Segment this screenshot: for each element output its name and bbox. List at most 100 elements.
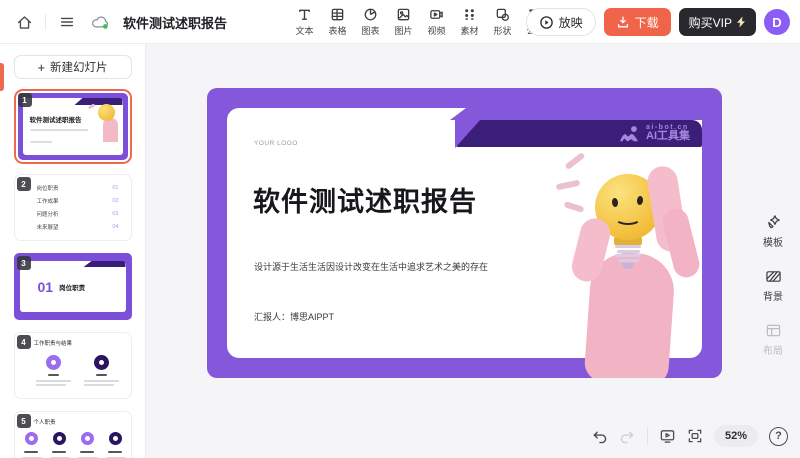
- slide-thumbnail-1[interactable]: 1 软件测试述职报告: [14, 89, 132, 164]
- new-slide-button[interactable]: + 新建幻灯片: [14, 55, 132, 79]
- thumb2-toc: 岗位职责 01 工作成果 02 问题分析 03 未来展望 04: [37, 184, 119, 231]
- slide-thumbnail-3[interactable]: 3 01 岗位职责: [14, 253, 132, 320]
- thumb3-section: 01 岗位职责: [38, 253, 86, 320]
- slide-panel: + 新建幻灯片 1 软件测试述职报告 2 岗位职责: [0, 44, 146, 458]
- tool-label: 图表: [361, 24, 379, 37]
- sparkle-dash: [564, 152, 585, 170]
- thumb5-label-bar: [52, 451, 66, 453]
- toc-number: 02: [112, 198, 118, 204]
- redo-button[interactable]: [619, 429, 636, 444]
- thumb1-presenter-bar: [30, 141, 52, 143]
- thumb2-preview: 岗位职责 01 工作成果 02 问题分析 03 未来展望 04: [14, 174, 132, 241]
- thumb5-label-bar: [108, 451, 122, 453]
- slide-number: 5: [17, 414, 31, 428]
- slide-presenter-textbox[interactable]: 汇报人：博思AIPPT: [254, 310, 334, 323]
- thumb5-donut-1: [25, 432, 38, 445]
- present-label: 放映: [559, 14, 583, 31]
- thumb5-donut-2: [53, 432, 66, 445]
- thumb5-label-bar: [24, 451, 38, 453]
- bulb-hand-illustration[interactable]: [492, 88, 722, 378]
- background-icon: [765, 269, 782, 284]
- toc-number: 03: [112, 211, 118, 217]
- tool-assets[interactable]: 素材: [453, 0, 486, 44]
- statusbar-divider: [647, 428, 648, 444]
- tool-video[interactable]: 视频: [420, 0, 453, 44]
- zoom-level[interactable]: 52%: [714, 425, 758, 447]
- slide-thumbnail-2[interactable]: 2 岗位职责 01 工作成果 02 问题分析 03: [14, 174, 132, 241]
- play-icon: [539, 15, 554, 30]
- undo-icon: [591, 429, 608, 444]
- presenter-view-button[interactable]: [659, 428, 676, 444]
- pie-chart-icon: [363, 7, 378, 22]
- sparkle-dash: [564, 201, 585, 213]
- vip-label: 购买VIP: [689, 14, 732, 31]
- tool-label: 视频: [427, 24, 445, 37]
- user-avatar[interactable]: D: [764, 9, 790, 35]
- toc-label: 未来展望: [37, 223, 59, 231]
- plus-icon: +: [37, 60, 45, 75]
- status-bar: 52% ?: [591, 422, 788, 450]
- present-button[interactable]: 放映: [526, 8, 596, 36]
- slide-editor[interactable]: ai-bot.cn AI工具集 YOUR LOGO 软件测试述职报告 设计源于生…: [207, 88, 722, 378]
- thumb4-preview: 工作职责与结果: [14, 332, 132, 399]
- toc-label: 问题分析: [37, 210, 59, 218]
- slide-title-textbox[interactable]: 软件测试述职报告: [253, 180, 477, 219]
- toc-row: 未来展望 04: [37, 223, 119, 231]
- thumb5-title: 个人职责: [34, 418, 56, 426]
- presenter-view-icon: [659, 428, 676, 444]
- document-title[interactable]: 软件测试述职报告: [123, 13, 227, 32]
- home-icon: [16, 14, 33, 31]
- toc-row: 岗位职责 01: [37, 184, 119, 192]
- undo-button[interactable]: [591, 429, 608, 444]
- tool-chart[interactable]: 图表: [354, 0, 387, 44]
- new-slide-label: 新建幻灯片: [50, 59, 108, 75]
- thumb4-text-bar: [36, 380, 71, 382]
- toc-label: 工作成果: [37, 197, 59, 205]
- panel-drag-handle[interactable]: [0, 63, 4, 91]
- section-number: 01: [38, 279, 54, 295]
- thumb1-preview: 软件测试述职报告: [18, 93, 128, 160]
- slide-subtitle-textbox[interactable]: 设计源于生活生活因设计改变在生活中追求艺术之美的存在: [254, 260, 488, 273]
- right-rail: 模板 背景 布局: [746, 88, 800, 458]
- tool-image[interactable]: 图片: [387, 0, 420, 44]
- thumb4-donut-2: [94, 355, 109, 370]
- home-button[interactable]: [12, 10, 36, 34]
- rail-label: 模板: [763, 234, 783, 249]
- band-slant: [455, 119, 481, 148]
- thumb1-hand: [103, 118, 118, 142]
- rail-item-background[interactable]: 背景: [763, 269, 783, 303]
- slide-thumbnail-4[interactable]: 4 工作职责与结果: [14, 332, 132, 399]
- toc-number: 04: [112, 224, 118, 230]
- toc-label: 岗位职责: [37, 184, 59, 192]
- rail-label: 布局: [763, 342, 783, 357]
- thumb1-bulb: [98, 104, 115, 121]
- rail-item-template[interactable]: 模板: [763, 213, 783, 249]
- slide-thumbnail-5[interactable]: 5 个人职责: [14, 411, 132, 458]
- bulb-smile: [615, 212, 641, 225]
- thumb4-text-bar: [84, 380, 119, 382]
- top-toolbar: 软件测试述职报告 文本 表格 图表 图片 视频: [0, 0, 800, 44]
- rail-item-layout[interactable]: 布局: [763, 323, 783, 357]
- vip-bolt-icon: [736, 16, 746, 28]
- menu-button[interactable]: [55, 10, 79, 34]
- tool-label: 形状: [493, 24, 511, 37]
- download-label: 下载: [635, 14, 659, 31]
- thumb4-donut-1: [46, 355, 61, 370]
- logo-placeholder[interactable]: YOUR LOGO: [254, 140, 298, 147]
- tool-table[interactable]: 表格: [321, 0, 354, 44]
- editor-canvas[interactable]: ai-bot.cn AI工具集 YOUR LOGO 软件测试述职报告 设计源于生…: [146, 44, 800, 458]
- bulb-eye: [612, 198, 619, 208]
- thumb5-donut-3: [81, 432, 94, 445]
- fit-screen-button[interactable]: [687, 428, 703, 444]
- help-button[interactable]: ?: [769, 427, 788, 446]
- thumb5-preview: 个人职责: [14, 411, 132, 458]
- thumb4-text-bar: [84, 384, 114, 386]
- buy-vip-button[interactable]: 购买VIP: [679, 8, 756, 36]
- download-button[interactable]: 下载: [604, 8, 671, 36]
- topbar-left: 软件测试述职报告: [12, 0, 227, 44]
- topbar-divider: [45, 14, 46, 30]
- rail-label: 背景: [763, 288, 783, 303]
- tool-text[interactable]: 文本: [288, 0, 321, 44]
- cloud-saved-icon: [91, 14, 109, 30]
- tool-shapes[interactable]: 形状: [486, 0, 519, 44]
